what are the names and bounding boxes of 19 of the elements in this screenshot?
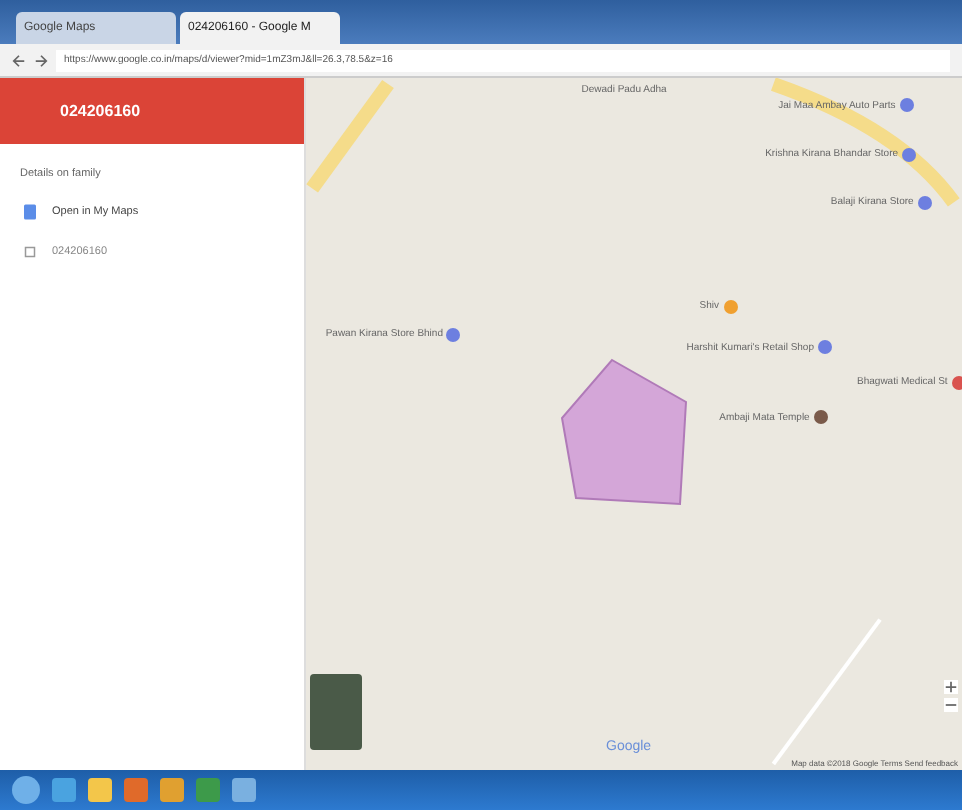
place-pin-icon[interactable] [446,327,461,342]
place-pin-icon[interactable] [899,98,914,113]
checkbox-icon[interactable] [24,244,36,260]
back-icon[interactable] [12,53,26,67]
start-icon[interactable] [12,776,40,804]
zoom-in-icon[interactable] [944,680,958,694]
zoom-out-icon[interactable] [944,698,958,712]
place-pin-icon[interactable] [902,147,917,162]
forward-icon[interactable] [34,53,48,67]
place-pin-icon[interactable] [917,195,932,210]
satellite-thumbnail[interactable] [310,674,362,750]
place-pin-icon[interactable] [818,340,832,355]
place-pin-icon[interactable] [813,410,828,425]
document-icon [24,204,36,220]
road [306,79,394,193]
taskbar-app-icon[interactable] [88,778,112,802]
place-pin-icon[interactable] [951,375,962,390]
taskbar-app-icon[interactable] [160,778,184,802]
map-title: 024206160 [60,102,141,120]
